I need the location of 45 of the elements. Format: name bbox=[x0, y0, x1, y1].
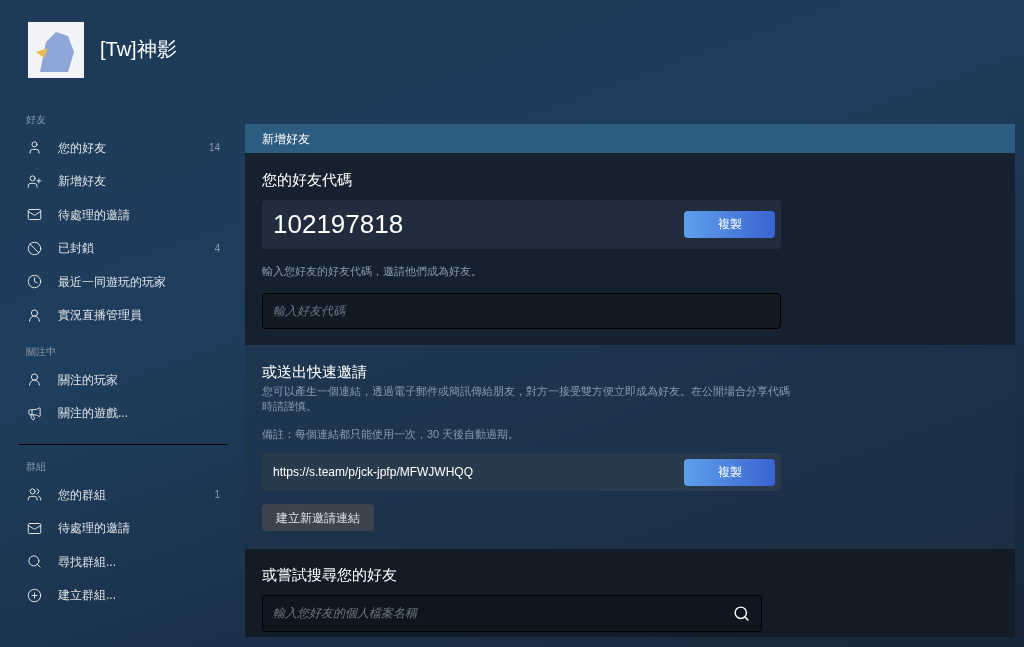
sidebar-heading: 好友 bbox=[25, 113, 47, 127]
sidebar-item[interactable]: 已封鎖 4 bbox=[19, 231, 228, 265]
add-circle-icon bbox=[27, 587, 42, 603]
person-icon bbox=[27, 140, 42, 156]
section-heading: 或嘗試搜尋您的好友 bbox=[262, 565, 398, 585]
item-count: 1 bbox=[214, 488, 220, 503]
section-heading: 您的好友代碼 bbox=[262, 170, 353, 190]
blocked-icon bbox=[27, 240, 42, 256]
sidebar-item[interactable]: 尋找群組... bbox=[19, 545, 228, 579]
envelope-icon bbox=[27, 520, 42, 536]
avatar-drawing bbox=[28, 22, 84, 78]
copy-button[interactable]: 複製 bbox=[684, 210, 775, 238]
sidebar-item[interactable]: 建立群組... bbox=[19, 578, 228, 612]
create-link-button[interactable]: 建立新邀請連結 bbox=[262, 504, 374, 531]
profile-name: [Tw]神影 bbox=[100, 37, 177, 62]
add-person-icon bbox=[27, 173, 42, 189]
megaphone-icon bbox=[27, 405, 42, 421]
sidebar-item[interactable]: 新增好友 bbox=[19, 164, 228, 198]
sidebar-item[interactable]: 待處理的邀請 bbox=[19, 511, 228, 545]
group-icon bbox=[27, 487, 42, 503]
search-icon bbox=[27, 554, 42, 570]
person-icon bbox=[27, 307, 42, 323]
item-count: 4 bbox=[214, 241, 220, 256]
clock-icon bbox=[27, 274, 42, 290]
hint-text: 輸入您好友的好友代碼，邀請他們成為好友。 bbox=[262, 263, 483, 279]
sidebar-item[interactable]: 實況直播管理員 bbox=[19, 298, 228, 332]
description-text: 您可以產生一個連結，透過電子郵件或簡訊傳給朋友，對方一接受雙方便立即成為好友。在公開場合分享代碼時請謹慎。 bbox=[262, 383, 791, 414]
envelope-icon bbox=[27, 207, 42, 223]
panel-title-bar: 新增好友 bbox=[245, 124, 1015, 153]
search-field[interactable]: 輸入您好友的個人檔案名稱 bbox=[262, 594, 762, 632]
friend-code-input[interactable]: 輸入好友代碼 bbox=[262, 293, 781, 329]
sidebar-item[interactable]: 您的群組 1 bbox=[19, 478, 228, 512]
sidebar-item[interactable]: 待處理的邀請 bbox=[19, 198, 228, 232]
copy-button[interactable]: 複製 bbox=[684, 458, 775, 486]
search-icon[interactable] bbox=[733, 604, 750, 622]
sidebar-item[interactable]: 關注的遊戲... bbox=[19, 396, 228, 430]
friend-code: 102197818 bbox=[273, 207, 405, 241]
item-count: 14 bbox=[208, 141, 220, 156]
sidebar-item[interactable]: 最近一同遊玩的玩家 bbox=[19, 265, 228, 299]
sidebar-heading: 群組 bbox=[25, 460, 47, 474]
sidebar-item[interactable]: 您的好友 14 bbox=[19, 131, 228, 165]
note-text: 備註：每個連結都只能使用一次，30 天後自動過期。 bbox=[262, 426, 521, 442]
section-heading: 或送出快速邀請 bbox=[262, 362, 368, 382]
sidebar-heading: 關注中 bbox=[25, 345, 57, 359]
sidebar-item[interactable]: 關注的玩家 bbox=[19, 363, 228, 397]
